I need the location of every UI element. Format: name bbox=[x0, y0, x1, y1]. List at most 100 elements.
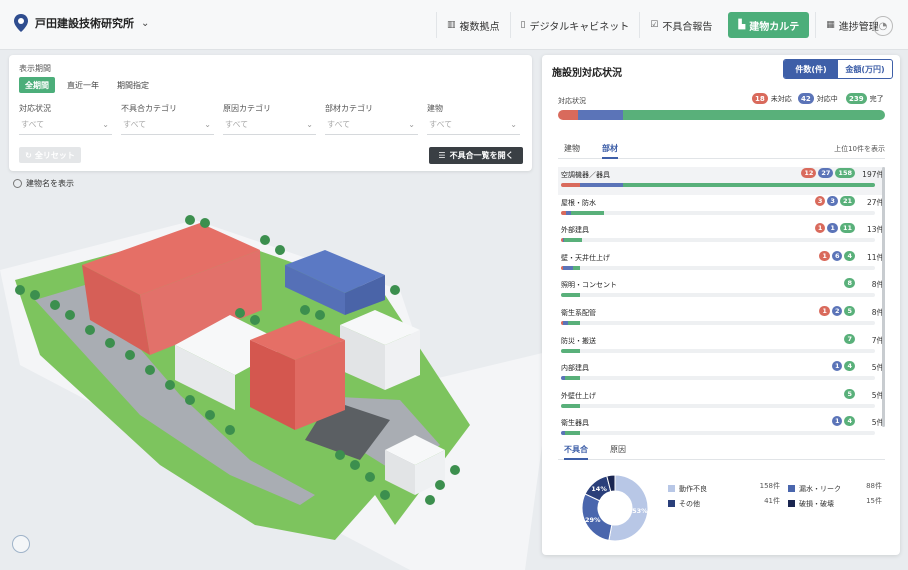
status-stacked-bar bbox=[558, 110, 885, 120]
nav-multi-site[interactable]: ▥ 複数拠点 bbox=[436, 12, 510, 38]
select-value: すべて bbox=[21, 120, 45, 129]
list-icon: ☰ bbox=[438, 151, 446, 160]
building-filter-label: 建物 bbox=[427, 104, 443, 113]
count-badges: 3 3 21 bbox=[814, 195, 855, 206]
top-bar: 戸田建設技術研究所 ⌄ ▥ 複数拠点 ▯ デジタルキャビネット ☑ 不具合報告 ▙ 建物… bbox=[0, 0, 908, 50]
done-count: 8 bbox=[844, 278, 855, 289]
defect-category-select[interactable]: すべて ⌄ bbox=[121, 119, 214, 135]
in-progress-count: 6 bbox=[831, 250, 843, 261]
legend-item: その他 bbox=[668, 496, 707, 511]
tab-building[interactable]: 建物 bbox=[564, 143, 580, 154]
open-list-label: 不具合一覧を開く bbox=[449, 151, 514, 160]
period-all-button[interactable]: 全期間 bbox=[19, 77, 55, 93]
progress-bar bbox=[561, 403, 580, 408]
site-selector[interactable]: 戸田建設技術研究所 ⌄ bbox=[14, 14, 149, 32]
list-item[interactable]: 衛生器具 1 4 5件 bbox=[558, 415, 885, 443]
show-building-names-toggle[interactable]: 建物名を表示 bbox=[13, 178, 74, 189]
count-badges: 14 bbox=[831, 361, 855, 372]
open-defect-list-button[interactable]: ☰ 不具合一覧を開く bbox=[429, 147, 523, 164]
progress-track bbox=[561, 238, 875, 243]
reset-all-button[interactable]: ↻ 全リセット bbox=[19, 147, 81, 163]
count-badges: 5 bbox=[844, 388, 855, 399]
bar-segment-green bbox=[564, 376, 580, 381]
legend-swatch bbox=[668, 500, 675, 507]
done-count: 4 bbox=[844, 361, 855, 372]
legend-swatch bbox=[788, 500, 795, 507]
legend-label: その他 bbox=[679, 499, 700, 508]
main-nav: ▥ 複数拠点 ▯ デジタルキャビネット ☑ 不具合報告 ▙ 建物カルテ ▦ 進捗管理 bbox=[436, 12, 889, 38]
done-count: 5 bbox=[844, 305, 855, 316]
progress-track bbox=[561, 320, 875, 325]
part-name: 壁・天井仕上げ bbox=[561, 253, 610, 262]
done-count: 7 bbox=[844, 333, 855, 344]
part-category-select[interactable]: すべて ⌄ bbox=[325, 119, 418, 135]
tab-part[interactable]: 部材 bbox=[602, 143, 618, 159]
nav-building-record[interactable]: ▙ 建物カルテ bbox=[728, 12, 810, 38]
list-item[interactable]: 壁・天井仕上げ 1 6 4 11件 bbox=[558, 250, 885, 278]
progress-bar bbox=[561, 348, 580, 353]
list-item[interactable]: 防災・搬送 7 7件 bbox=[558, 333, 885, 361]
total-value: 197 bbox=[862, 170, 877, 179]
legend-swatch bbox=[668, 485, 675, 492]
legend-value: 41件 bbox=[764, 497, 780, 505]
period-last-year-button[interactable]: 直近一年 bbox=[61, 77, 105, 93]
period-label: 表示期間 bbox=[19, 64, 51, 73]
bar-segment-green bbox=[561, 348, 580, 353]
count-badges: 125 bbox=[819, 305, 855, 316]
list-item[interactable]: 内部建具 1 4 5件 bbox=[558, 360, 885, 388]
legend-label: 未対応 bbox=[770, 94, 792, 103]
progress-bar bbox=[561, 293, 580, 298]
progress-bar bbox=[561, 320, 580, 325]
tab-cause[interactable]: 原因 bbox=[610, 444, 626, 455]
cause-category-select[interactable]: すべて ⌄ bbox=[223, 119, 316, 135]
site-name: 戸田建設技術研究所 bbox=[35, 17, 134, 30]
compass-icon[interactable] bbox=[12, 535, 30, 553]
map-icon: ▥ bbox=[447, 20, 456, 30]
list-item[interactable]: 衛生系配管 1 2 5 8件 bbox=[558, 305, 885, 333]
done-count: 4 bbox=[844, 250, 855, 261]
period-custom-button[interactable]: 期間指定 bbox=[111, 77, 155, 93]
total-value: 27 bbox=[866, 197, 877, 207]
legend-label: 漏水・リーク bbox=[799, 484, 841, 493]
user-avatar-icon[interactable]: ◔ bbox=[873, 16, 893, 36]
bar-segment-green bbox=[568, 320, 580, 325]
nav-digital-cabinet[interactable]: ▯ デジタルキャビネット bbox=[509, 12, 640, 38]
status-select[interactable]: すべて ⌄ bbox=[19, 119, 112, 135]
done-count: 5 bbox=[844, 388, 855, 399]
part-name: 衛生器具 bbox=[561, 419, 589, 428]
part-name: 外部建具 bbox=[561, 226, 589, 235]
total-value: 13 bbox=[866, 225, 877, 235]
building-select[interactable]: すべて ⌄ bbox=[427, 119, 520, 135]
legend-not-started: 18 未対応 bbox=[752, 93, 792, 104]
top10-label: 上位10件を表示 bbox=[834, 145, 885, 153]
count-badges: 7 bbox=[844, 333, 855, 344]
part-category-label: 部材カテゴリ bbox=[325, 104, 373, 113]
list-item[interactable]: 外部建具 1 1 11 13件 bbox=[558, 222, 885, 250]
list-item[interactable]: 外壁仕上げ 5 5件 bbox=[558, 388, 885, 416]
bar-segment-green bbox=[561, 403, 580, 408]
done-count: 11 bbox=[839, 223, 855, 234]
status-bar-not-started bbox=[558, 110, 578, 120]
count-badges: 12 27 158 bbox=[801, 168, 855, 178]
list-item[interactable]: 空調機器／器具 12 27 158 197件 bbox=[558, 167, 885, 195]
amount-unit-button[interactable]: 金額(万円) bbox=[838, 60, 892, 78]
nav-defect-report[interactable]: ☑ 不具合報告 bbox=[639, 12, 722, 38]
count-unit-button[interactable]: 件数(件) bbox=[784, 60, 838, 78]
in-progress-count: 1 bbox=[831, 361, 843, 372]
bar-segment-green bbox=[623, 183, 875, 187]
not-started-count: 12 bbox=[801, 168, 817, 178]
count-badge: 239 bbox=[846, 93, 867, 104]
legend-label: 動作不良 bbox=[679, 484, 707, 493]
count-badge: 18 bbox=[752, 93, 768, 104]
list-item[interactable]: 照明・コンセント 8 8件 bbox=[558, 277, 885, 305]
legend-item: 漏水・リーク bbox=[788, 481, 841, 496]
in-progress-count: 3 bbox=[827, 195, 838, 206]
not-started-count: 1 bbox=[819, 250, 830, 261]
list-scrollbar[interactable] bbox=[882, 167, 885, 427]
document-icon: ▯ bbox=[520, 20, 526, 30]
part-name: 空調機器／器具 bbox=[561, 171, 610, 179]
tab-defect[interactable]: 不具合 bbox=[564, 444, 588, 460]
building-3d-view[interactable] bbox=[0, 195, 560, 570]
list-item[interactable]: 屋根・防水 3 3 21 27件 bbox=[558, 195, 885, 223]
in-progress-count: 2 bbox=[831, 305, 843, 316]
